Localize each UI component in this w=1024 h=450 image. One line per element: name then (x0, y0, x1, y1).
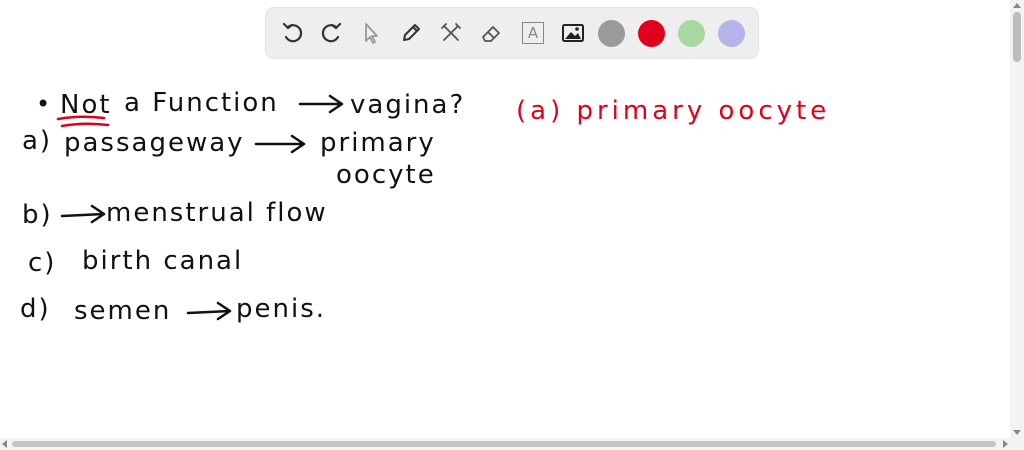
arrow-question (298, 94, 344, 114)
question-text: a Function (124, 88, 279, 118)
option-a-text: passageway (64, 128, 245, 158)
option-b-text: menstrual flow (106, 198, 328, 228)
option-d-target: penis. (236, 294, 327, 324)
question-target: vagina? (350, 90, 466, 120)
option-a-target-line1: primary (320, 128, 436, 158)
option-c-label: c) (28, 248, 57, 278)
option-d-text: semen (74, 296, 172, 326)
image-icon[interactable] (558, 18, 588, 48)
color-swatch-gray[interactable] (598, 20, 625, 47)
arrow-option-a (254, 134, 306, 154)
select-icon[interactable] (356, 18, 386, 48)
option-d-label: d) (20, 294, 51, 324)
option-c-text: birth canal (82, 246, 244, 276)
color-swatch-green[interactable] (678, 20, 705, 47)
text-tool-glyph: A (522, 22, 544, 44)
drawing-toolbar: A (266, 8, 758, 58)
option-b-label: b) (22, 200, 53, 230)
underline-stroke-2 (60, 122, 110, 128)
scroll-right-icon[interactable] (1003, 440, 1008, 448)
arrow-option-d (186, 301, 232, 321)
color-swatch-purple[interactable] (718, 20, 745, 47)
horizontal-scrollbar[interactable] (0, 438, 1024, 450)
bullet-dot: • (36, 90, 53, 118)
scroll-down-icon[interactable] (1013, 430, 1021, 435)
tools-icon[interactable] (436, 18, 466, 48)
question-not-word: Not (60, 90, 112, 120)
eraser-icon[interactable] (476, 18, 506, 48)
scroll-left-icon[interactable] (2, 440, 7, 448)
whiteboard-canvas[interactable]: A • Not a Function vagina? a) passageway… (0, 0, 1010, 438)
color-swatch-red[interactable] (638, 20, 665, 47)
vertical-scroll-thumb[interactable] (1013, 12, 1021, 62)
vertical-scrollbar[interactable] (1010, 0, 1024, 438)
option-a-label: a) (22, 126, 53, 156)
arrow-option-b (60, 204, 106, 224)
answer-text: (a) primary oocyte (516, 96, 831, 126)
option-a-target-line2: oocyte (336, 160, 436, 190)
redo-icon[interactable] (316, 18, 346, 48)
pen-icon[interactable] (396, 18, 426, 48)
horizontal-scroll-thumb[interactable] (12, 441, 996, 447)
text-icon[interactable]: A (518, 18, 548, 48)
scroll-up-icon[interactable] (1013, 3, 1021, 8)
undo-icon[interactable] (278, 18, 308, 48)
